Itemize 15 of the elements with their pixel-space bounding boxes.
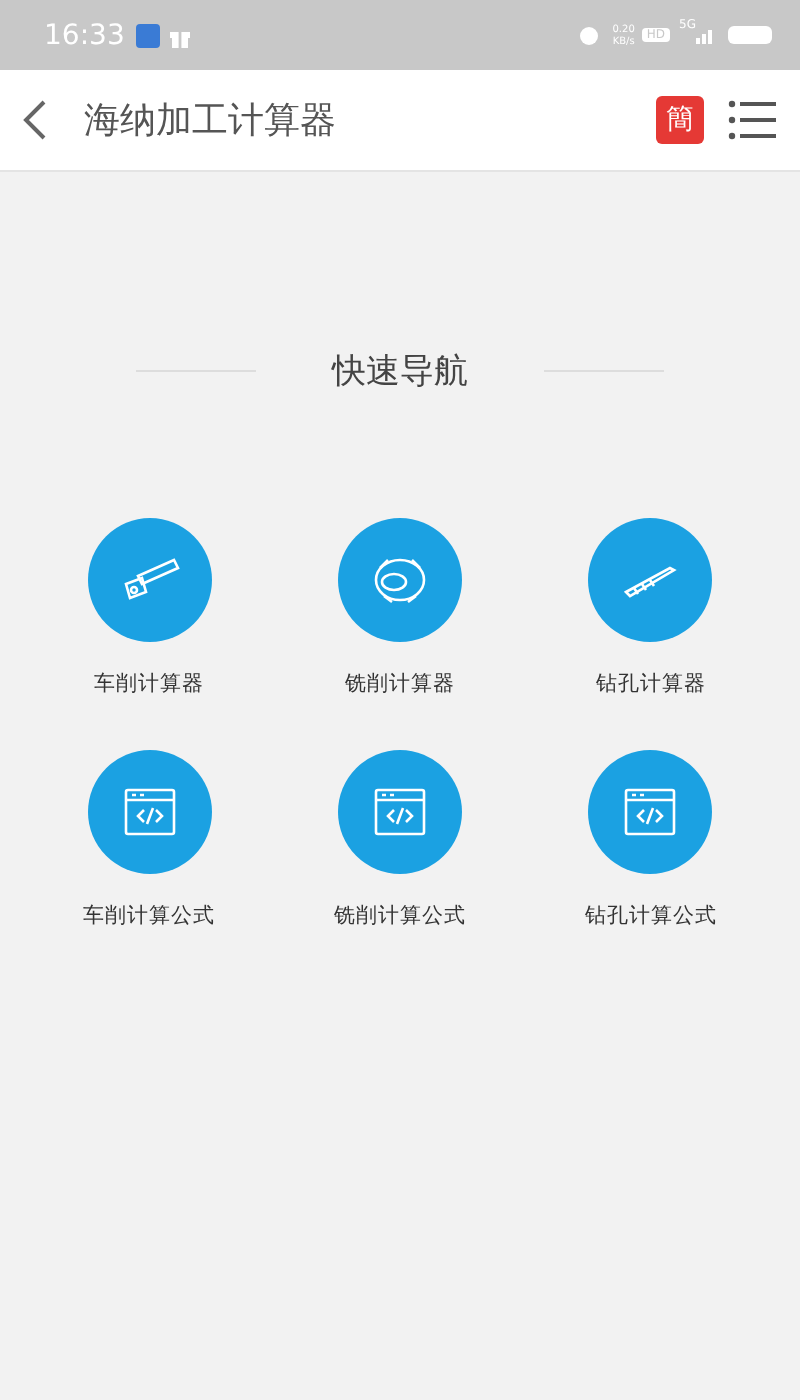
battery-icon: [728, 26, 772, 44]
back-icon[interactable]: [20, 98, 48, 142]
section-title: 快速导航: [332, 350, 468, 394]
nav-label[interactable]: 车削计算器: [94, 670, 205, 698]
signal-icon: [696, 26, 716, 44]
language-button[interactable]: 簡: [656, 96, 704, 144]
nav-label[interactable]: 铣削计算公式: [333, 902, 466, 930]
nav-label[interactable]: 铣削计算器: [344, 670, 455, 698]
nav-label[interactable]: 钻孔计算公式: [584, 902, 717, 930]
menu-icon[interactable]: [728, 98, 776, 142]
alarm-icon: [578, 24, 601, 46]
app-notification-icon: [136, 23, 161, 47]
nav-label[interactable]: 车削计算公式: [83, 902, 216, 930]
page-title: 海纳加工计算器: [84, 98, 338, 144]
nav-label[interactable]: 钻孔计算器: [595, 670, 706, 698]
